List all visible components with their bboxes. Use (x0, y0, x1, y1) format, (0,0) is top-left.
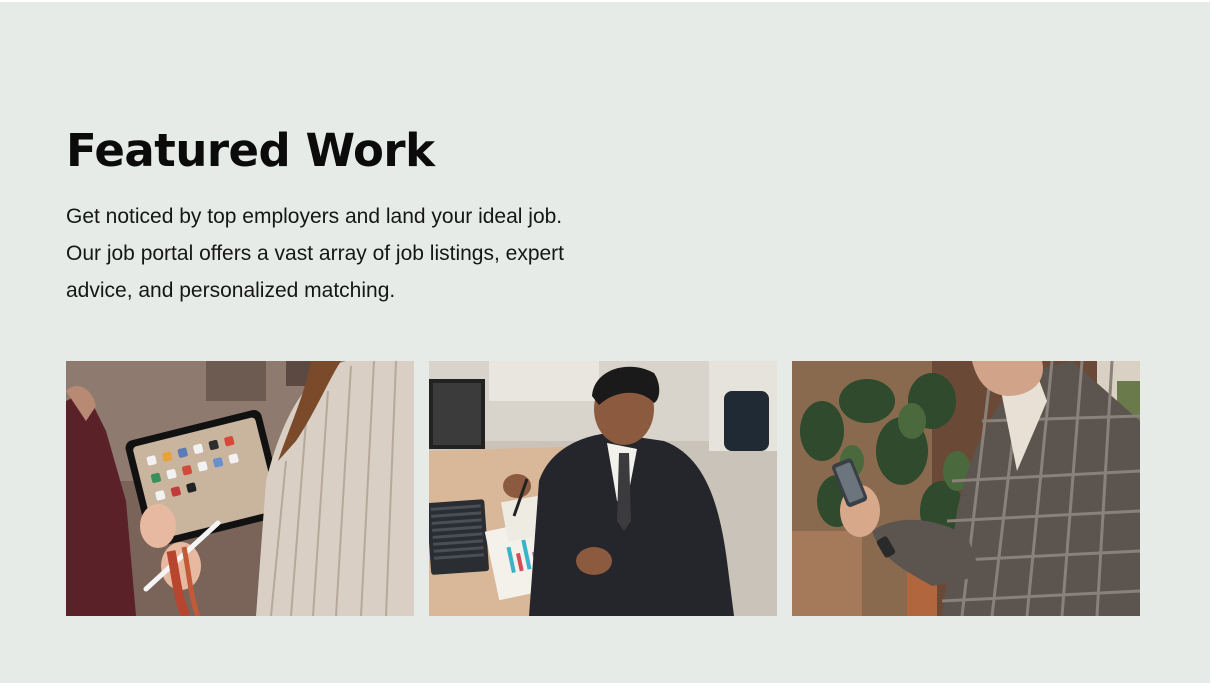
featured-image-desk[interactable] (429, 361, 777, 616)
featured-image-tablet[interactable] (66, 361, 414, 616)
tablet-photo (66, 361, 414, 616)
featured-work-section: Featured Work Get noticed by top employe… (0, 2, 1210, 683)
section-description: Get noticed by top employers and land yo… (66, 205, 565, 302)
phone-photo (792, 361, 1140, 616)
section-title: Featured Work (66, 124, 435, 177)
desk-photo (429, 361, 777, 616)
featured-image-phone[interactable] (792, 361, 1140, 616)
featured-gallery (66, 361, 1140, 616)
